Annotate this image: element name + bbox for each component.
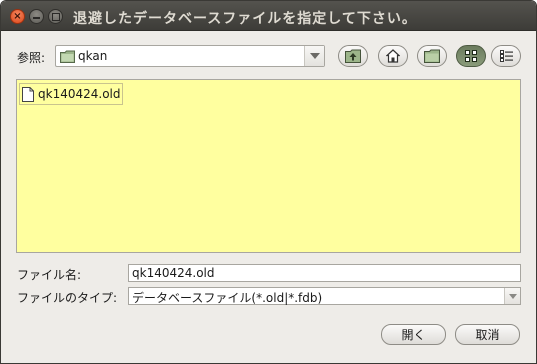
folder-up-icon — [345, 49, 361, 63]
details-list-icon — [499, 50, 513, 62]
up-one-level-button[interactable] — [338, 45, 368, 67]
look-in-value: qkan — [78, 49, 108, 63]
window-title: 退避したデータベースファイルを指定して下さい。 — [73, 11, 417, 27]
home-icon — [386, 49, 400, 63]
filetype-dropdown-arrow[interactable] — [504, 288, 520, 304]
maximize-window-button[interactable] — [48, 9, 63, 24]
filetype-label: ファイルのタイプ: — [17, 291, 118, 305]
chevron-down-icon — [508, 293, 517, 299]
folder-icon — [60, 50, 75, 63]
filename-label: ファイル名: — [17, 268, 82, 282]
home-button[interactable] — [378, 45, 408, 67]
file-name-label: qk140424.old — [38, 87, 121, 101]
file-chooser-dialog: × 退避したデータベースファイルを指定して下さい。 参照: qkan qk140… — [0, 0, 537, 364]
details-view-button[interactable] — [491, 45, 521, 67]
filename-input[interactable] — [128, 264, 521, 282]
look-in-dropdown-arrow[interactable] — [304, 46, 324, 66]
new-folder-icon — [424, 49, 440, 63]
cancel-button[interactable]: 取消 — [455, 324, 520, 345]
filetype-value: データベースファイル(*.old|*.fdb) — [132, 291, 323, 305]
chevron-down-icon — [309, 53, 320, 59]
look-in-combo[interactable]: qkan — [55, 45, 325, 67]
list-item[interactable]: qk140424.old — [19, 83, 124, 105]
filetype-select[interactable]: データベースファイル(*.old|*.fdb) — [128, 287, 521, 305]
new-folder-button[interactable] — [417, 45, 447, 67]
open-button[interactable]: 開く — [381, 324, 446, 345]
document-icon — [22, 86, 34, 102]
look-in-label: 参照: — [17, 51, 46, 65]
minimize-window-button[interactable] — [29, 9, 44, 24]
title-bar[interactable]: × 退避したデータベースファイルを指定して下さい。 — [1, 1, 536, 31]
close-window-button[interactable]: × — [10, 9, 25, 24]
list-view-button[interactable] — [456, 45, 486, 67]
file-list[interactable]: qk140424.old — [16, 79, 521, 253]
grid-view-icon — [465, 50, 477, 62]
